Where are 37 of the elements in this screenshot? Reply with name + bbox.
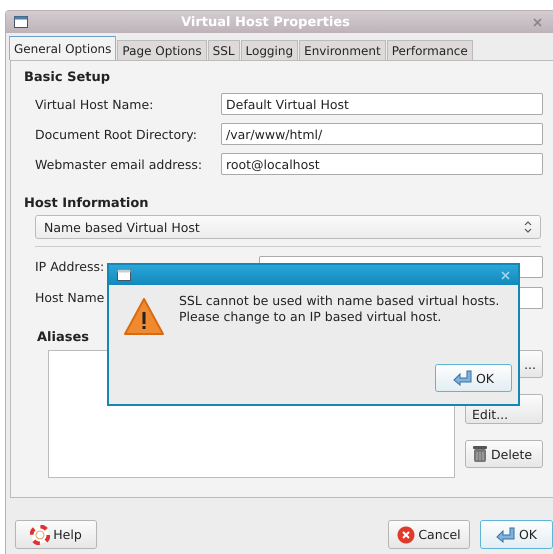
tab[interactable]: Logging xyxy=(240,40,298,60)
dialog-message: Please change to an IP based virtual host. xyxy=(179,309,442,325)
close-icon[interactable] xyxy=(501,270,510,280)
up-down-arrows-icon xyxy=(524,221,532,233)
return-arrow-icon xyxy=(496,526,516,542)
text-field[interactable]: Default Virtual Host xyxy=(221,93,543,115)
alias-button[interactable]: Delete xyxy=(465,440,543,468)
section-heading: Basic Setup xyxy=(24,70,112,85)
tab[interactable]: General Options xyxy=(9,36,116,60)
field-label: Host Name xyxy=(35,290,104,305)
field-label: Virtual Host Name: xyxy=(35,96,154,112)
tab[interactable]: Performance xyxy=(386,40,473,60)
section-heading: Aliases xyxy=(37,330,90,345)
ok-button[interactable]: OK xyxy=(480,520,553,549)
close-icon[interactable] xyxy=(533,18,542,26)
text-field[interactable]: /var/www/html/ xyxy=(221,123,543,145)
window-icon xyxy=(14,16,28,28)
ok-button[interactable]: OK xyxy=(435,364,512,392)
help-button[interactable]: Help xyxy=(15,520,97,549)
warning-icon xyxy=(123,297,165,337)
window-title: Virtual Host Properties xyxy=(180,14,351,30)
tab[interactable]: Environment xyxy=(299,40,386,60)
dialog-message: SSL cannot be used with name based virtual hosts. xyxy=(179,293,500,309)
field-label: IP Address: xyxy=(35,259,104,274)
field-label: Document Root Directory: xyxy=(35,126,198,142)
lifebuoy-icon xyxy=(30,524,50,544)
cancel-icon xyxy=(397,526,416,544)
host-type-dropdown[interactable]: Name based Virtual Host xyxy=(35,215,541,239)
field-label: Webmaster email address: xyxy=(35,156,204,172)
return-arrow-icon xyxy=(452,370,473,386)
trash-icon xyxy=(472,445,488,463)
tab[interactable]: SSL xyxy=(208,40,240,60)
cancel-button[interactable]: Cancel xyxy=(388,520,470,549)
tab[interactable]: Page Options xyxy=(117,40,207,60)
text-field[interactable]: root@localhost xyxy=(221,153,543,175)
section-heading: Host Information xyxy=(24,196,150,211)
window-icon xyxy=(117,269,131,281)
